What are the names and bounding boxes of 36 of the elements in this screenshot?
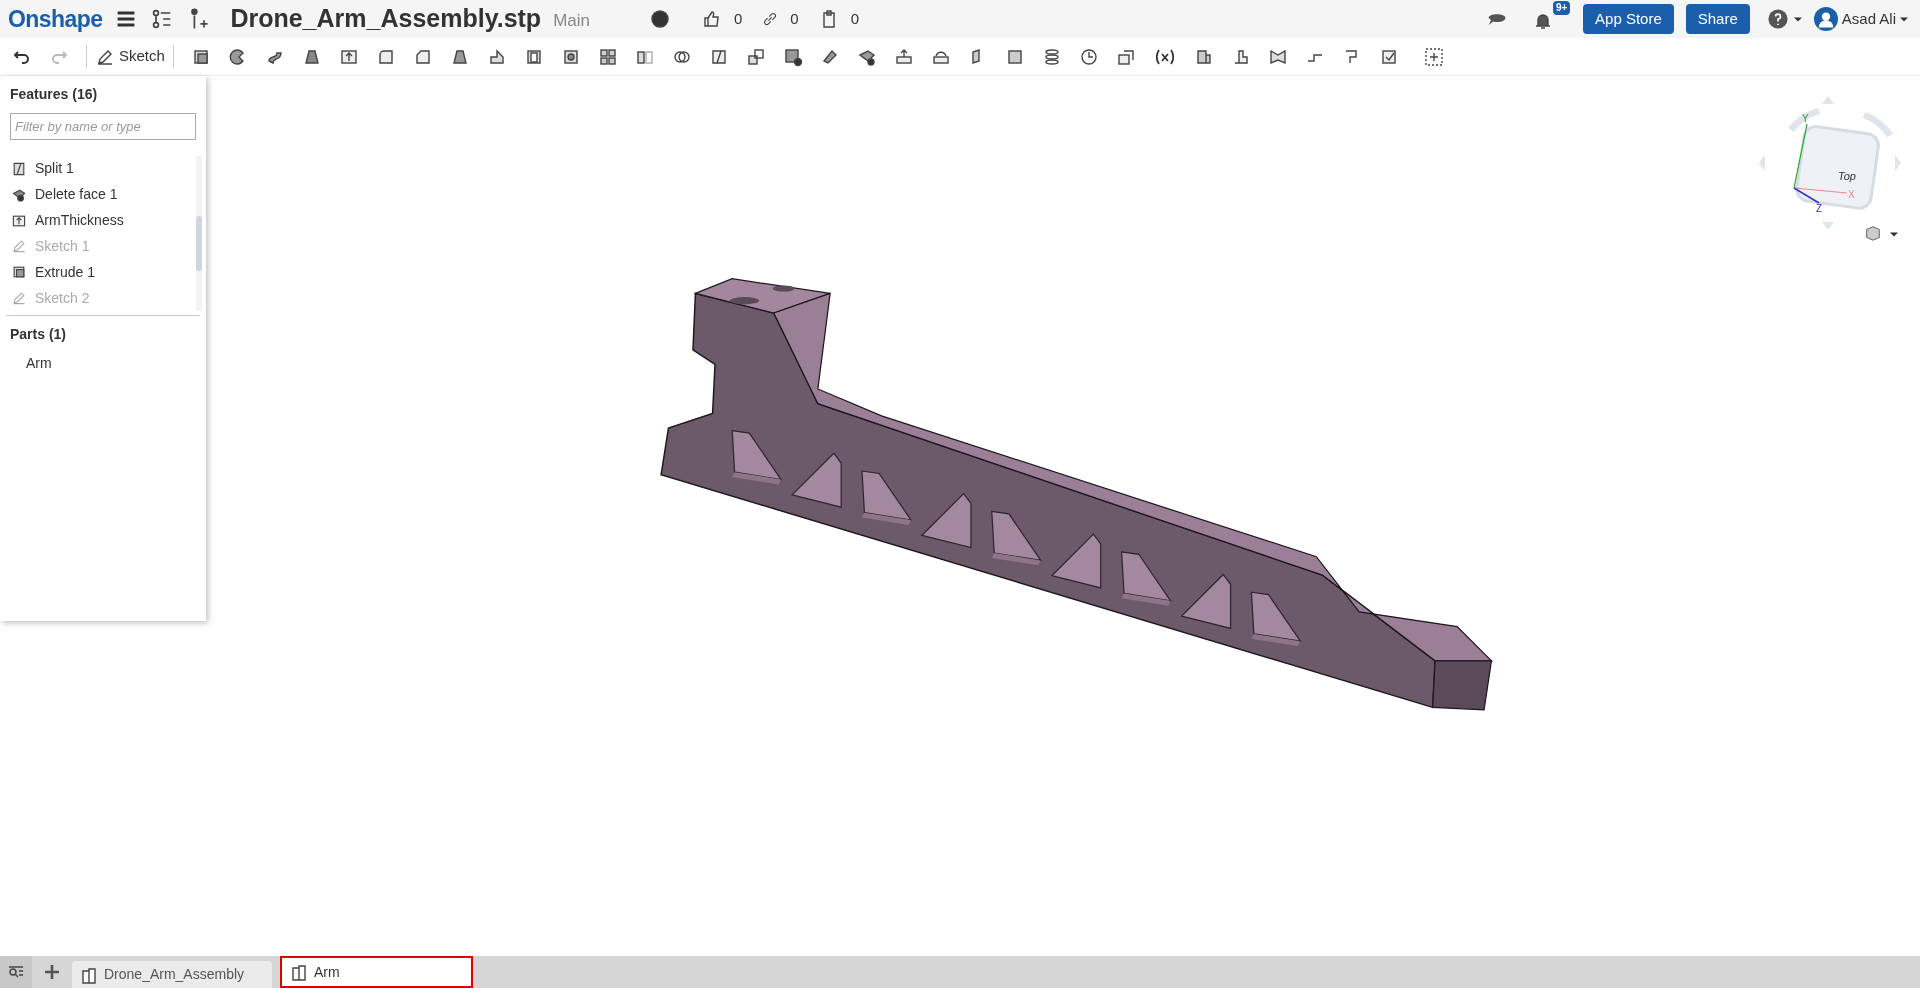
document-tab[interactable]: Drone_Arm_Assembly: [72, 961, 272, 988]
avatar-icon[interactable]: [1813, 7, 1838, 31]
caret-icon[interactable]: [1900, 15, 1908, 23]
notification-badge: 9+: [1553, 1, 1571, 15]
pattern-icon[interactable]: [597, 46, 618, 67]
sketch-button[interactable]: Sketch: [86, 45, 174, 68]
panel-title: Features (16): [9, 85, 99, 104]
link-icon[interactable]: [762, 11, 779, 27]
filter-field[interactable]: Filter by name or type: [10, 113, 196, 140]
feature-item[interactable]: ArmThickness: [0, 207, 196, 234]
feature-item[interactable]: Delete face 1: [0, 181, 196, 208]
caret-icon[interactable]: [1793, 15, 1802, 23]
document-tab[interactable]: Arm: [280, 956, 473, 988]
add-icon[interactable]: [42, 962, 62, 982]
panel-title: Parts (1): [9, 325, 68, 344]
logo[interactable]: Onshape: [8, 1, 103, 37]
copies-count: 0: [850, 8, 860, 29]
feature-item[interactable]: Split 1: [0, 156, 196, 182]
header-button[interactable]: Share: [1685, 4, 1750, 34]
links-count: 0: [790, 8, 799, 29]
split-icon: [11, 160, 27, 177]
document-title: Drone_Arm_Assembly.stp: [230, 3, 542, 35]
thumbs-up-icon[interactable]: [702, 9, 722, 29]
cube-icon[interactable]: [1864, 224, 1882, 242]
user-name[interactable]: Asad Ali: [1841, 7, 1896, 31]
add-icon[interactable]: [1423, 46, 1444, 67]
scrollbar-thumb[interactable]: [196, 216, 202, 271]
part-item[interactable]: Arm: [0, 345, 206, 374]
likes-count: 0: [734, 8, 743, 29]
pencil-icon: [11, 238, 27, 255]
header-button[interactable]: App Store: [1583, 4, 1674, 34]
pencil-icon: [11, 290, 27, 307]
transform-icon[interactable]: [745, 46, 766, 67]
feature-item[interactable]: Extrude 1: [0, 259, 196, 286]
delete-part-icon[interactable]: [782, 46, 803, 67]
help-icon[interactable]: [1765, 7, 1790, 31]
